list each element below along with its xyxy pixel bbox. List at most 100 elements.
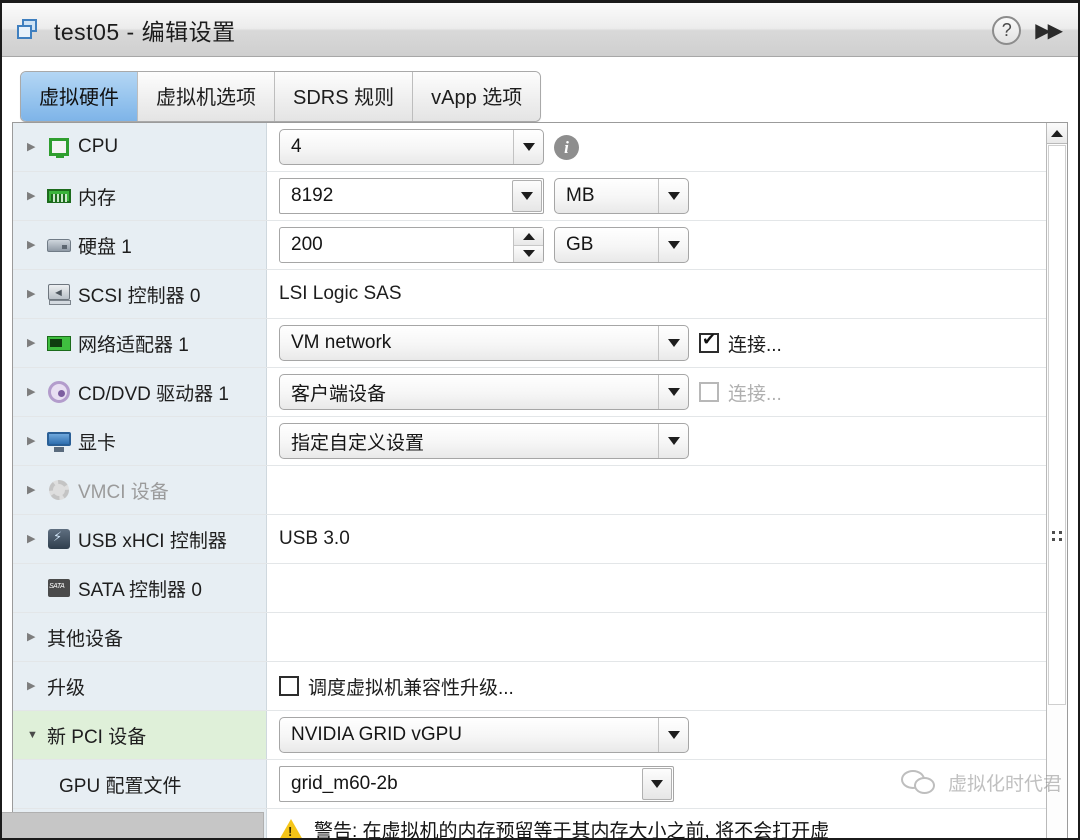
chevron-down-icon[interactable] (512, 180, 542, 212)
row-value-harddisk: 200 GB (267, 221, 1046, 269)
chevron-down-icon[interactable] (658, 179, 688, 213)
disk-unit-select[interactable]: GB (554, 227, 689, 263)
row-value-sata-controller (267, 564, 1046, 612)
video-settings-select[interactable]: 指定自定义设置 (279, 423, 689, 459)
row-label-text: 升级 (47, 677, 86, 699)
cpu-icon (47, 136, 71, 158)
upgrade-schedule-checkbox[interactable] (279, 676, 299, 696)
cddvd-connect-label: 连接... (728, 383, 782, 405)
gpu-profile-value: grid_m60-2b (291, 773, 398, 794)
chevron-down-icon[interactable] (513, 130, 543, 164)
table-row: ▼ 新 PCI 设备 NVIDIA GRID vGPU (13, 711, 1046, 760)
row-label-text: CD/DVD 驱动器 1 (78, 383, 229, 405)
row-label-scsi-controller[interactable]: ▶ SCSI 控制器 0 (13, 270, 267, 318)
stepper-down-icon[interactable] (514, 245, 543, 262)
info-icon[interactable]: i (554, 134, 579, 160)
row-label-vmci-device[interactable]: ▶ VMCI 设备 (13, 466, 267, 514)
row-value-new-pci-device: NVIDIA GRID vGPU (267, 711, 1046, 759)
row-label-cpu[interactable]: ▶ CPU (13, 123, 267, 171)
expand-arrow-icon[interactable]: ▶ (27, 288, 40, 300)
chevron-down-icon[interactable] (658, 718, 688, 752)
row-label-cddvd-drive[interactable]: ▶ CD/DVD 驱动器 1 (13, 368, 267, 416)
disk-size-stepper[interactable]: 200 (279, 227, 544, 263)
upgrade-schedule-group[interactable]: 调度虚拟机兼容性升级... (279, 673, 514, 700)
help-icon[interactable]: ? (992, 15, 1022, 45)
row-label-usb-controller[interactable]: ▶ USB xHCI 控制器 (13, 515, 267, 563)
table-row: GPU 配置文件 grid_m60-2b (13, 760, 1046, 809)
hardware-panel: ▶ CPU 4 i ▶ 内存 8192 MB ▶ 硬盘 1 200 GB ▶ ◄… (12, 122, 1068, 838)
row-value-upgrade: 调度虚拟机兼容性升级... (267, 662, 1046, 710)
collapse-chevrons-icon[interactable]: ▶▶ (1035, 18, 1064, 43)
row-label-gpu-profile: GPU 配置文件 (13, 760, 267, 808)
expand-arrow-icon[interactable]: ▶ (27, 484, 40, 496)
tab-vm-options[interactable]: 虚拟机选项 (138, 72, 275, 121)
chevron-down-icon[interactable] (658, 424, 688, 458)
row-label-other-devices[interactable]: ▶ 其他设备 (13, 613, 267, 661)
chevron-down-icon[interactable] (658, 228, 688, 262)
chevron-down-icon[interactable] (658, 326, 688, 360)
warning-triangle-icon (279, 818, 303, 838)
network-select[interactable]: VM network (279, 325, 689, 361)
network-connect-checkbox[interactable] (699, 330, 719, 353)
memory-unit-select[interactable]: MB (554, 178, 689, 214)
row-label-text: CPU (78, 136, 119, 157)
expand-arrow-icon[interactable]: ▶ (27, 680, 40, 692)
expand-arrow-icon[interactable]: ▶ (27, 435, 40, 447)
network-value: VM network (291, 332, 392, 353)
network-connect-label: 连接... (728, 334, 782, 356)
window-title: test05 - 编辑设置 (54, 18, 236, 45)
row-label-video-card[interactable]: ▶ 显卡 (13, 417, 267, 465)
tab-vapp-options[interactable]: vApp 选项 (413, 72, 541, 121)
scsi-controller-value: LSI Logic SAS (279, 283, 402, 304)
network-connect-group[interactable]: 连接... (699, 330, 782, 357)
cddvd-connect-group[interactable]: 连接... (699, 379, 782, 406)
expand-arrow-icon[interactable]: ▶ (27, 141, 40, 153)
row-label-new-pci-device[interactable]: ▼ 新 PCI 设备 (13, 711, 267, 759)
cddvd-connect-checkbox[interactable] (699, 382, 719, 402)
title-bar-actions: ? ▶▶ (992, 3, 1064, 57)
resize-grip-icon[interactable] (1052, 531, 1064, 543)
row-label-harddisk[interactable]: ▶ 硬盘 1 (13, 221, 267, 269)
table-row: ▶ SATA 控制器 0 (13, 564, 1046, 613)
expand-arrow-icon[interactable]: ▶ (27, 337, 40, 349)
row-value-cpu: 4 i (267, 123, 1046, 171)
chevron-down-icon[interactable] (642, 768, 672, 800)
expand-arrow-icon[interactable]: ▶ (27, 533, 40, 545)
cddvd-select[interactable]: 客户端设备 (279, 374, 689, 410)
chevron-down-icon[interactable] (658, 375, 688, 409)
expand-arrow-icon[interactable]: ▶ (27, 631, 40, 643)
warning-text: 警告: 在虚拟机的内存预留等于其内存大小之前, 将不会打开虚 (314, 820, 830, 839)
row-label-sata-controller[interactable]: ▶ SATA 控制器 0 (13, 564, 267, 612)
row-label-memory[interactable]: ▶ 内存 (13, 172, 267, 220)
expand-arrow-icon[interactable]: ▶ (27, 190, 40, 202)
tab-virtual-hardware[interactable]: 虚拟硬件 (21, 72, 138, 121)
stepper-up-icon[interactable] (514, 228, 543, 246)
vertical-scrollbar[interactable] (1046, 123, 1067, 838)
cpu-count-select[interactable]: 4 (279, 129, 544, 165)
tab-sdrs-rules[interactable]: SDRS 规则 (275, 72, 414, 121)
table-row: ▶ 升级 调度虚拟机兼容性升级... (13, 662, 1046, 711)
expand-arrow-icon[interactable]: ▶ (27, 386, 40, 398)
row-label-text: VMCI 设备 (78, 481, 169, 503)
row-label-text: SCSI 控制器 0 (78, 285, 201, 307)
collapse-arrow-icon[interactable]: ▼ (27, 729, 40, 741)
pci-device-select[interactable]: NVIDIA GRID vGPU (279, 717, 689, 753)
memory-size-value: 8192 (291, 185, 334, 206)
scroll-up-icon[interactable] (1047, 123, 1067, 144)
expand-arrow-icon[interactable]: ▶ (27, 239, 40, 251)
row-value-video-card: 指定自定义设置 (267, 417, 1046, 465)
horizontal-scrollbar[interactable] (2, 812, 264, 838)
row-label-text: 其他设备 (47, 628, 124, 650)
memory-size-input[interactable]: 8192 (279, 178, 544, 214)
memory-icon (47, 185, 71, 207)
edit-settings-window: test05 - 编辑设置 ? ▶▶ 虚拟硬件 虚拟机选项 SDRS 规则 vA… (0, 0, 1080, 840)
gpu-profile-select[interactable]: grid_m60-2b (279, 766, 674, 802)
row-label-network-adapter[interactable]: ▶ 网络适配器 1 (13, 319, 267, 367)
warning-row-content: 警告: 在虚拟机的内存预留等于其内存大小之前, 将不会打开虚 (267, 809, 1046, 838)
table-row: ▶ CPU 4 i (13, 123, 1046, 172)
row-label-upgrade[interactable]: ▶ 升级 (13, 662, 267, 710)
stepper-buttons[interactable] (513, 228, 543, 262)
table-row: ▶ 显卡 指定自定义设置 (13, 417, 1046, 466)
scrollbar-thumb[interactable] (1048, 145, 1066, 705)
vmci-device-icon (47, 479, 71, 501)
